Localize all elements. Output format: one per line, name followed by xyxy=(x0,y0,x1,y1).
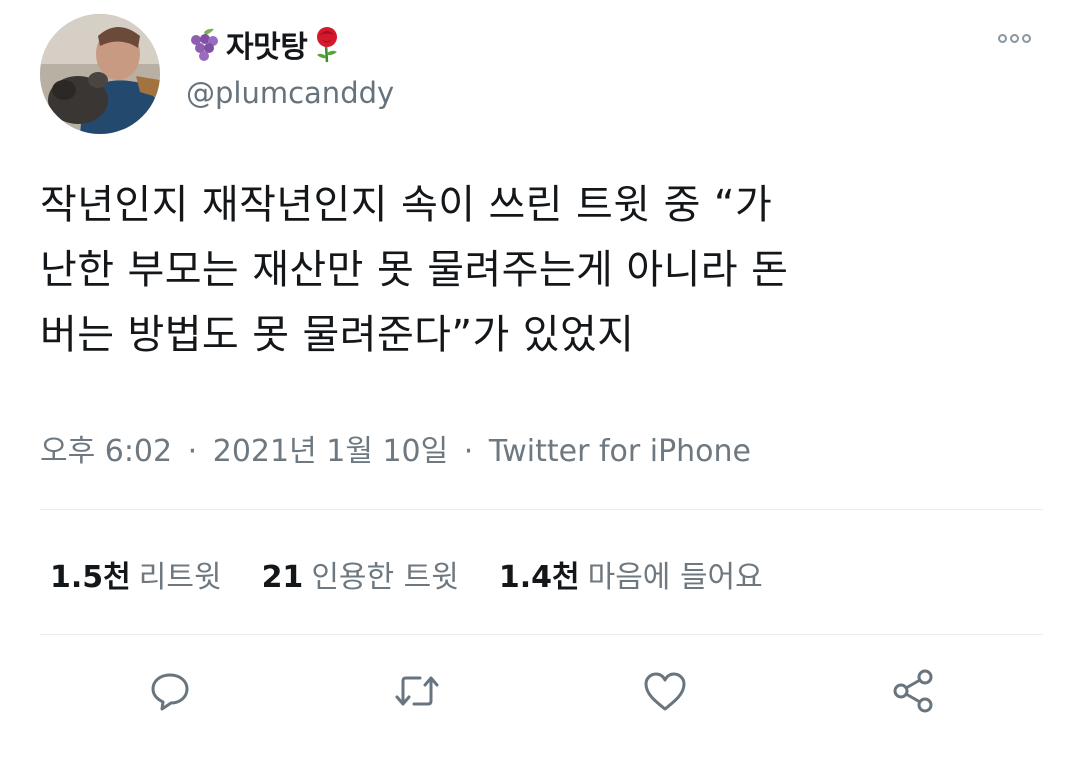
retweet-stat[interactable]: 1.5천 리트윗 xyxy=(50,552,222,596)
tweet-text-line: 난한 부모는 재산만 못 물려주는게 아니라 돈 xyxy=(40,247,789,293)
tweet-time[interactable]: 오후 6:02 xyxy=(40,434,172,469)
retweet-button[interactable] xyxy=(389,663,445,719)
retweet-icon xyxy=(395,676,439,706)
more-dot xyxy=(1022,34,1031,43)
tweet-text: 작년인지 재작년인지 속이 쓰린 트윗 중 “가 난한 부모는 재산만 못 물려… xyxy=(40,173,1050,368)
reply-icon xyxy=(151,673,189,711)
quote-stat[interactable]: 21 인용한 트윗 xyxy=(262,552,459,596)
like-button[interactable] xyxy=(637,663,693,719)
tweet-date[interactable]: 2021년 1월 10일 xyxy=(213,434,448,469)
user-handle[interactable]: @plumcanddy xyxy=(186,76,394,110)
like-count: 1.4천 xyxy=(498,560,580,595)
rose-emoji-icon xyxy=(317,27,338,63)
like-label: 마음에 들어요 xyxy=(587,560,763,595)
tweet-text-line: 작년인지 재작년인지 속이 쓰린 트윗 중 “가 xyxy=(40,182,773,228)
tweet-source[interactable]: Twitter for iPhone xyxy=(489,434,751,469)
retweet-label: 리트윗 xyxy=(138,560,222,595)
more-dot xyxy=(1010,34,1019,43)
reply-button[interactable] xyxy=(142,663,198,719)
retweet-count: 1.5천 xyxy=(50,560,131,595)
avatar[interactable] xyxy=(40,14,160,134)
grapes-emoji-icon xyxy=(191,28,218,61)
tweet-text-line: 버는 방법도 못 물려준다”가 있었지 xyxy=(40,312,635,358)
tweet-meta: 오후 6:02 · 2021년 1월 10일 · Twitter for iPh… xyxy=(40,426,751,470)
divider xyxy=(40,634,1043,635)
meta-separator: · xyxy=(187,434,198,469)
share-icon xyxy=(893,669,933,713)
tweet-card: 자맛탕 @plumcanddy 작년인지 재작년인지 속이 쓰린 트윗 중 “가… xyxy=(0,0,1080,767)
meta-separator: · xyxy=(463,434,474,469)
quote-count: 21 xyxy=(261,560,304,595)
display-name[interactable]: 자맛탕 xyxy=(186,24,343,65)
more-dot xyxy=(998,34,1007,43)
heart-icon xyxy=(644,672,686,711)
more-options-icon[interactable] xyxy=(998,34,1031,43)
like-stat[interactable]: 1.4천 마음에 들어요 xyxy=(499,552,763,596)
quote-label: 인용한 트윗 xyxy=(311,560,459,595)
display-name-text: 자맛탕 xyxy=(226,30,308,65)
tweet-stats: 1.5천 리트윗 21 인용한 트윗 1.4천 마음에 들어요 xyxy=(50,552,763,596)
action-bar xyxy=(0,663,1080,723)
divider xyxy=(40,509,1043,510)
share-button[interactable] xyxy=(885,663,941,719)
